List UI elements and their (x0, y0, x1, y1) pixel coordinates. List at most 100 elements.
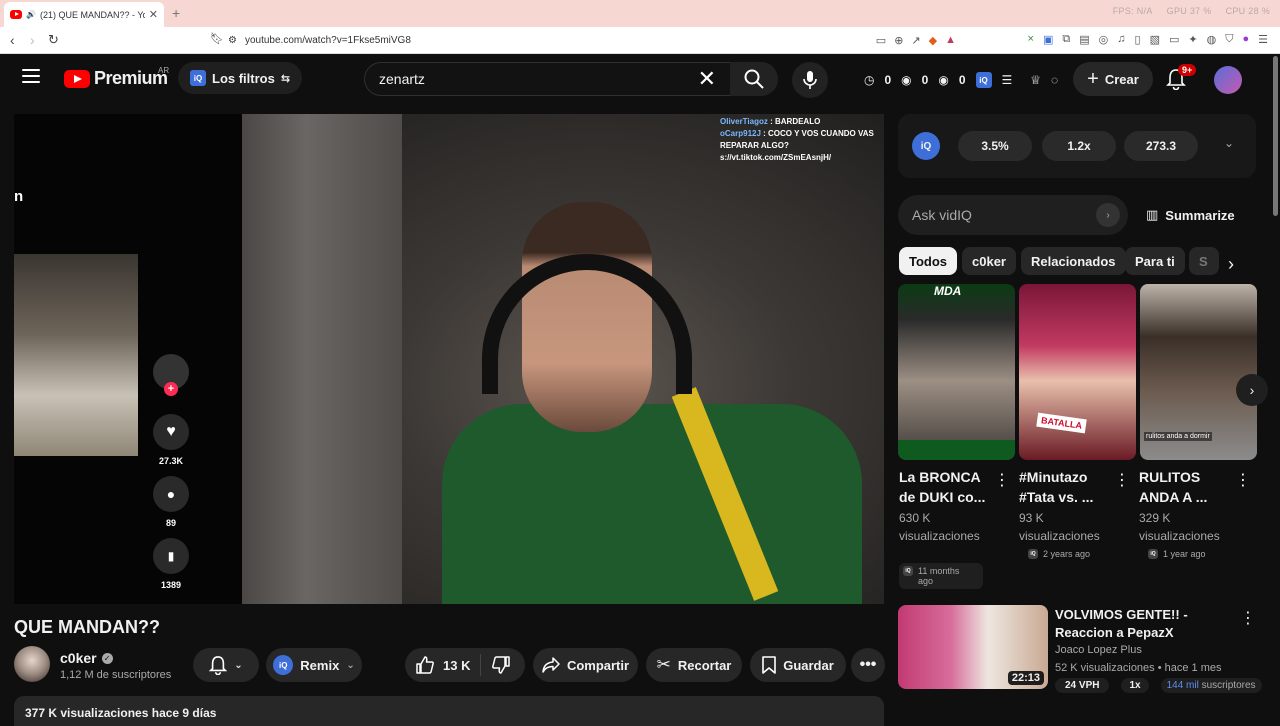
close-x-icon[interactable]: × (1028, 33, 1034, 46)
voice-search-button[interactable] (792, 62, 828, 98)
vidiq-icon: iQ (273, 655, 294, 675)
browser-tab[interactable]: 🔊 (21) QUE MANDAN?? - YouTu ✕ (4, 2, 164, 27)
forward-icon[interactable]: › (30, 32, 35, 48)
card-more-icon[interactable]: ⋮ (994, 470, 1010, 490)
menu-icon[interactable]: ☰ (1258, 33, 1268, 46)
reload-icon[interactable]: ↻ (48, 32, 59, 48)
clip-button[interactable]: ✂ Recortar (646, 648, 742, 682)
hamburger-menu-icon[interactable] (22, 69, 40, 83)
subscribe-bell-button[interactable]: ⌄ (193, 648, 259, 682)
summarize-button[interactable]: ▥ Summarize (1146, 207, 1235, 223)
card-thumbnail[interactable]: BATALLA (1019, 284, 1136, 460)
account-avatar[interactable] (1214, 66, 1242, 94)
chip-todos[interactable]: Todos (899, 247, 958, 275)
vidiq-stat-multiplier: 1.2x (1042, 131, 1116, 161)
list-icon[interactable]: ☰ (1002, 73, 1013, 87)
card-thumbnail[interactable]: rulitos anda a dormir (1140, 284, 1257, 460)
youtube-logo[interactable]: Premium AR (64, 66, 169, 89)
logo-text: Premium (94, 68, 168, 88)
description-box[interactable]: 377 K visualizaciones hace 9 días (14, 696, 884, 726)
card-title[interactable]: #Minutazo #Tata vs. ... (1019, 467, 1107, 507)
ratio-stat: 1x (1121, 678, 1149, 693)
tab-close-icon[interactable]: ✕ (149, 8, 158, 21)
share-icon[interactable]: ↗ (911, 34, 920, 47)
bookmark-icon[interactable]: 🔖︎ (210, 32, 224, 45)
audio-icon[interactable]: 🔊 (26, 10, 36, 19)
card-title[interactable]: La BRONCA de DUKI co... (899, 467, 987, 507)
video-player[interactable]: n + ♥ 27.3K ● 89 ▮ 1389 OliverTiagoz : B… (14, 114, 884, 604)
webcam-frame (242, 114, 884, 604)
tiktok-comment: ● 89 (151, 476, 191, 528)
site-info-icon[interactable]: ⚙︎ (228, 35, 237, 46)
create-button[interactable]: + Crear (1073, 62, 1153, 96)
profile-icon[interactable]: ● (1242, 33, 1249, 46)
remix-button[interactable]: iQ Remix ⌄ (266, 648, 362, 682)
chip-relacionados[interactable]: Relacionados (1021, 247, 1126, 275)
search-button[interactable] (730, 62, 778, 96)
share-button[interactable]: Compartir (533, 648, 638, 682)
ask-vidiq-input[interactable]: Ask vidIQ › (898, 195, 1128, 235)
carousel-next-button[interactable]: › (1236, 374, 1268, 406)
chat-icon[interactable]: ◌ (1051, 73, 1058, 87)
channel-avatar[interactable] (14, 646, 50, 682)
extension-icon[interactable]: ◎ (1099, 33, 1109, 46)
search-input[interactable]: zenartz ✕ (364, 62, 730, 96)
extension-icon[interactable]: ◍ (1207, 33, 1217, 46)
list-item-more-icon[interactable]: ⋮ (1240, 608, 1256, 628)
chip-more[interactable]: S (1189, 247, 1219, 275)
chip-para-ti[interactable]: Para ti (1125, 247, 1185, 275)
more-actions-button[interactable]: ••• (851, 648, 885, 682)
card-more-icon[interactable]: ⋮ (1235, 470, 1251, 490)
list-item-title[interactable]: VOLVIMOS GENTE!! - Reaccion a PepazX (1055, 606, 1235, 642)
music-icon[interactable]: ♫ (1117, 33, 1125, 46)
extension-icon[interactable]: ⧉ (1062, 33, 1070, 46)
save-label: Guardar (783, 657, 834, 673)
scrollbar-thumb[interactable] (1273, 56, 1278, 216)
chip-c0ker[interactable]: c0ker (962, 247, 1016, 275)
extension-icon[interactable]: ▧ (1150, 33, 1160, 46)
new-tab-icon[interactable]: + (172, 5, 180, 21)
url-text[interactable]: youtube.com/watch?v=1Fkse5miVG8 (245, 35, 411, 46)
search-value[interactable]: zenartz (379, 71, 425, 87)
extension-icon[interactable]: ▭ (1169, 33, 1179, 46)
vidiq-icon: iQ (903, 566, 913, 576)
extension-icon[interactable]: ▤ (1079, 33, 1089, 46)
like-button[interactable]: 13 K (415, 656, 470, 674)
chevron-right-icon[interactable]: › (1228, 254, 1234, 275)
chevron-down-icon[interactable]: ⌄ (1224, 136, 1234, 150)
card-title[interactable]: RULITOS ANDA A ... (1139, 467, 1227, 507)
list-item-thumbnail[interactable]: 22:13 (898, 605, 1048, 689)
filters-label: Los filtros (212, 70, 275, 86)
address-bar[interactable]: ⚙︎ youtube.com/watch?v=1Fkse5miVG8 ▭ ⊕ ↗… (228, 30, 956, 51)
browser-tab-bar: 🔊 (21) QUE MANDAN?? - YouTu ✕ + FPS: N/A… (0, 0, 1280, 27)
filters-button[interactable]: iQ Los filtros ⇆ (178, 62, 303, 94)
warning-icon[interactable]: ▲ (945, 34, 956, 47)
share-icon (542, 657, 560, 673)
video-duration: 22:13 (1007, 671, 1044, 685)
card-age: iQ 1 year ago (1148, 549, 1206, 559)
page-scrollbar[interactable] (1271, 54, 1280, 720)
save-button[interactable]: Guardar (750, 648, 846, 682)
zoom-icon[interactable]: ⊕ (894, 34, 903, 47)
translate-icon[interactable]: ▣ (1043, 33, 1053, 46)
vidiq-icon[interactable]: iQ (975, 72, 992, 88)
card-thumbnail[interactable]: MDA (898, 284, 1015, 460)
card-more-icon[interactable]: ⋮ (1114, 470, 1130, 490)
trophy-icon[interactable]: ♕ (1030, 73, 1041, 87)
channel-name-text[interactable]: c0ker (60, 650, 97, 666)
sidebar-icon[interactable]: ▯ (1135, 33, 1141, 46)
tiktok-likes: 27.3K (158, 456, 184, 466)
extension-icon[interactable]: ✦ (1188, 33, 1197, 46)
channel-name[interactable]: c0ker ✓ (60, 650, 113, 666)
brave-shield-icon[interactable]: ◆ (929, 34, 937, 47)
back-icon[interactable]: ‹ (10, 32, 15, 48)
chat-user: oCarp912J (720, 129, 761, 138)
thumbs-down-icon[interactable] (491, 656, 511, 674)
shield-icon[interactable]: ⛉ (1225, 33, 1233, 46)
summarize-label: Summarize (1165, 207, 1235, 223)
cast-icon[interactable]: ▭ (876, 34, 886, 47)
clear-search-icon[interactable]: ✕ (698, 66, 716, 92)
list-item-channel[interactable]: Joaco Lopez Plus (1055, 644, 1142, 656)
notifications-button[interactable]: 9+ (1166, 64, 1197, 90)
chevron-right-icon[interactable]: › (1096, 203, 1120, 227)
